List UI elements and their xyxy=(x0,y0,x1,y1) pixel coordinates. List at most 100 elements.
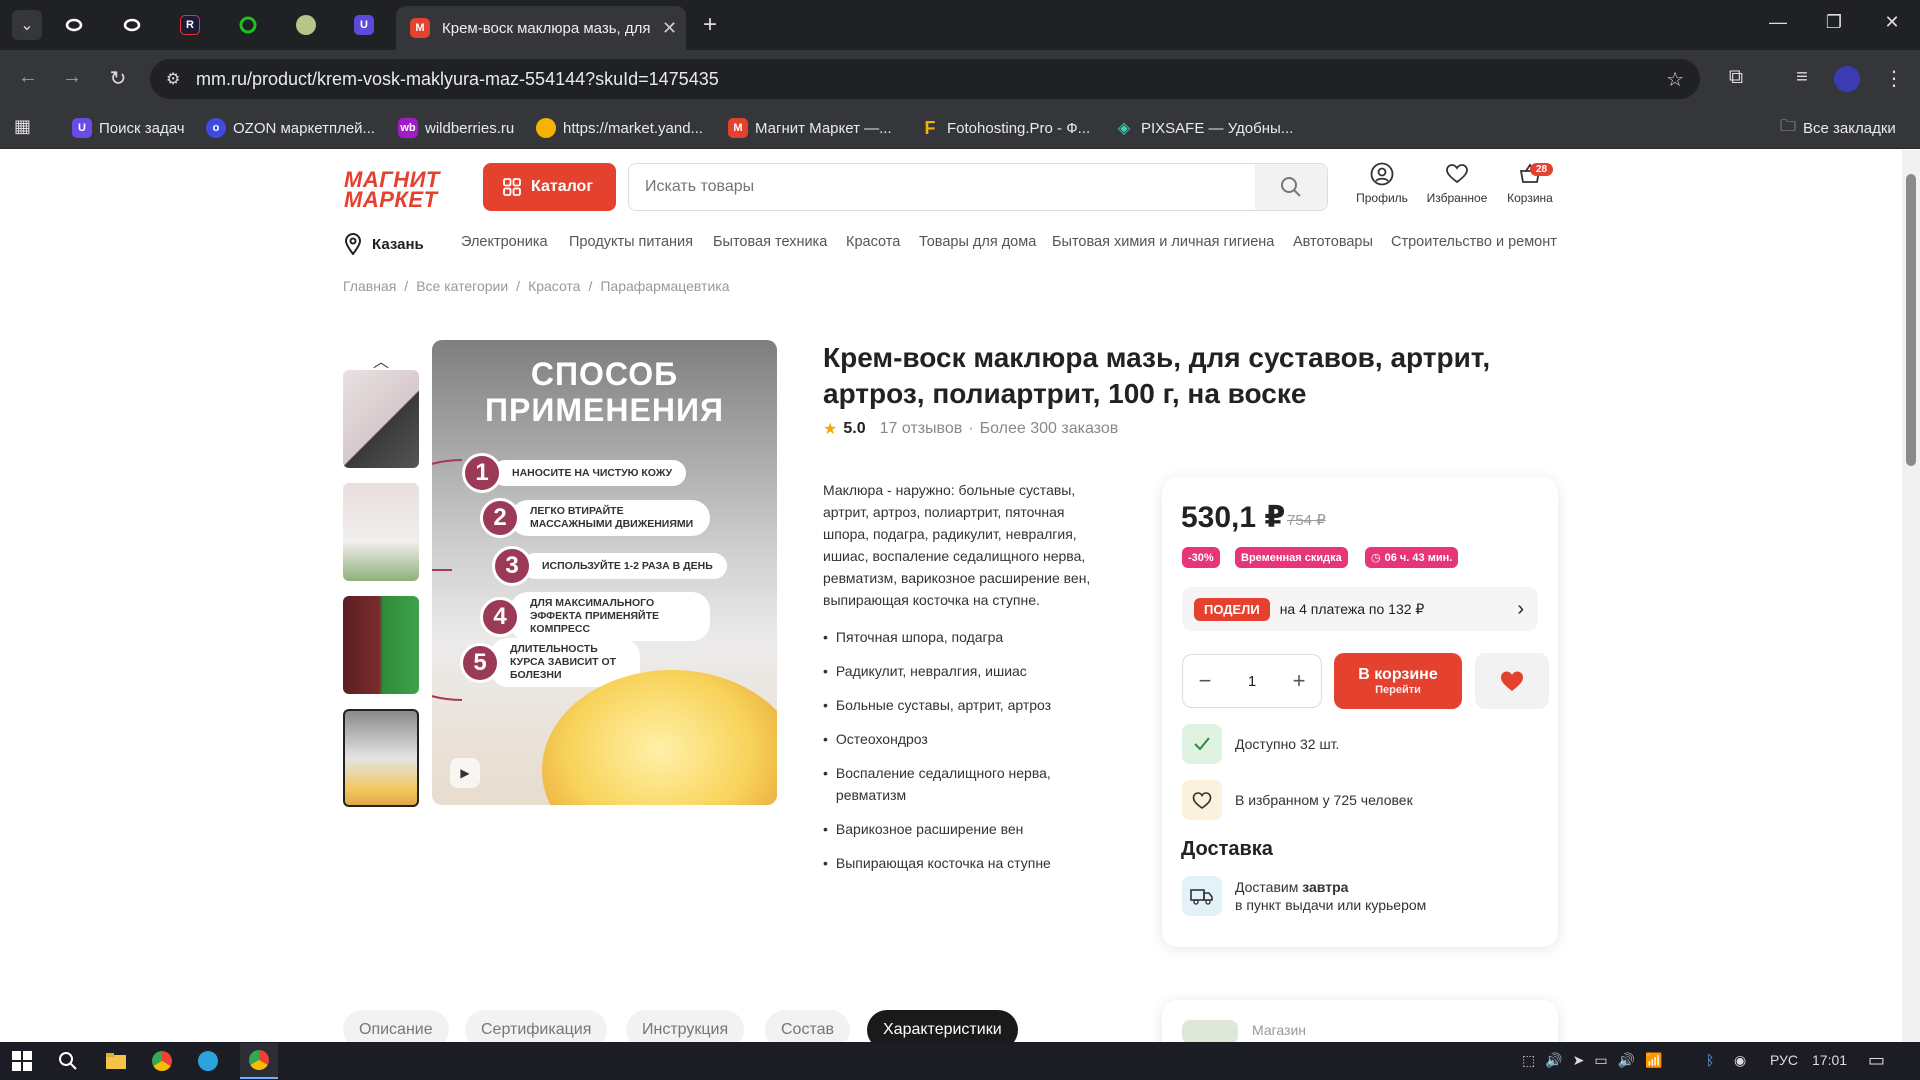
bookmark-wildberries[interactable]: wb wildberries.ru xyxy=(398,115,514,141)
reload-icon[interactable]: ↻ xyxy=(104,66,132,91)
profile-icon xyxy=(1370,162,1394,186)
nav-household-chemicals[interactable]: Бытовая химия и личная гигиена xyxy=(1052,234,1274,250)
breadcrumb-beauty[interactable]: Красота xyxy=(528,278,580,294)
cart-count-badge: 28 xyxy=(1530,163,1554,176)
search-input[interactable] xyxy=(629,164,1255,210)
chrome-tray-icon[interactable]: ◉ xyxy=(1734,1052,1746,1069)
tab-list-icon[interactable]: ⌄ xyxy=(12,10,42,40)
old-price: 754 ₽ xyxy=(1287,512,1326,529)
back-icon[interactable]: ← xyxy=(14,66,42,89)
plus-button[interactable]: + xyxy=(1287,668,1311,694)
search-button[interactable] xyxy=(1255,164,1327,210)
temp-discount-badge: Временная скидка xyxy=(1235,547,1348,568)
profile-link[interactable]: Профиль xyxy=(1342,162,1422,205)
search-box xyxy=(628,163,1328,211)
location-pin-icon xyxy=(344,233,362,255)
chrome-taskbar-icon[interactable] xyxy=(148,1047,176,1075)
tab-icon-r[interactable]: R xyxy=(176,11,204,39)
tab-active[interactable]: M Крем-воск маклюра мазь, для ✕ xyxy=(396,6,686,50)
close-tab-icon[interactable]: ✕ xyxy=(662,18,677,39)
magnit-market-logo[interactable]: МАГНИТ МАРКЕТ xyxy=(344,169,440,211)
list-item: Радикулит, невралгия, ишиас xyxy=(823,660,1123,682)
tab-icon-opera-1[interactable] xyxy=(60,11,88,39)
thumbnails-up-icon[interactable]: ︿ xyxy=(373,348,389,372)
nav-home[interactable]: Товары для дома xyxy=(919,234,1036,250)
product-description: Маклюра - наружно: больные суставы, артр… xyxy=(823,482,1091,608)
shop-logo xyxy=(1182,1020,1238,1044)
nav-electronics[interactable]: Электроника xyxy=(461,234,548,250)
profile-avatar[interactable] xyxy=(1834,66,1860,92)
tab-icon-emblem[interactable] xyxy=(292,11,320,39)
bookmark-magnit[interactable]: M Магнит Маркет —... xyxy=(728,115,892,141)
bookmark-pixsafe[interactable]: ◈ PIXSAFE — Удобны... xyxy=(1114,115,1293,141)
telegram-icon[interactable] xyxy=(194,1047,222,1075)
reviews-link[interactable]: 17 отзывов xyxy=(880,420,963,438)
extensions-icon[interactable]: ⧉ xyxy=(1722,66,1750,89)
chrome-active-taskbar-icon[interactable] xyxy=(240,1043,278,1079)
favorites-link[interactable]: Избранное xyxy=(1417,162,1497,205)
notifications-icon[interactable]: ▭ xyxy=(1868,1050,1885,1071)
clock-icon: ◷ xyxy=(1371,552,1381,564)
list-item: Выпирающая косточка на ступне xyxy=(823,852,1123,874)
bookmark-ozon[interactable]: o OZON маркетплей... xyxy=(206,115,375,141)
bookmark-fotohosting[interactable]: F Fotohosting.Pro - Ф... xyxy=(920,115,1091,141)
shop-label: Магазин xyxy=(1252,1022,1307,1038)
scrollbar-thumb[interactable] xyxy=(1906,174,1916,466)
current-price: 530,1 ₽ xyxy=(1181,501,1286,534)
nav-beauty[interactable]: Красота xyxy=(846,234,900,250)
cream-jar-illustration xyxy=(542,670,777,805)
gallery-thumb-2[interactable] xyxy=(343,483,419,581)
bluetooth-icon[interactable]: ᛒ xyxy=(1706,1052,1714,1068)
url-field[interactable]: ⚙ mm.ru/product/krem-vosk-maklyura-maz-5… xyxy=(150,59,1700,99)
media-icon[interactable]: ≡ xyxy=(1788,66,1816,89)
tab-icon-opera-2[interactable] xyxy=(118,11,146,39)
search-taskbar-icon[interactable] xyxy=(54,1047,82,1075)
breadcrumb-parapharmacy[interactable]: Парафармацевтика xyxy=(600,278,729,294)
magnit-favicon: M xyxy=(410,18,430,38)
clock[interactable]: 17:01 xyxy=(1812,1052,1847,1068)
page-scrollbar[interactable] xyxy=(1902,150,1920,1042)
in-cart-button[interactable]: В корзине Перейти xyxy=(1334,653,1462,709)
file-explorer-icon[interactable] xyxy=(102,1047,130,1075)
all-bookmarks[interactable]: 🗀 Все закладки xyxy=(1780,115,1896,141)
minimize-icon[interactable]: — xyxy=(1766,12,1790,33)
bookmark-yandex-market[interactable]: https://market.yand... xyxy=(536,115,703,141)
heart-filled-icon xyxy=(1501,671,1523,691)
gallery-thumb-4-selected[interactable] xyxy=(343,709,419,807)
restore-icon[interactable]: ❐ xyxy=(1822,12,1846,33)
timer-badge: ◷ 06 ч. 43 мин. xyxy=(1365,547,1459,568)
minus-button[interactable]: − xyxy=(1193,668,1217,694)
gallery-thumb-1[interactable] xyxy=(343,370,419,468)
add-to-favorites-button[interactable] xyxy=(1475,653,1549,709)
podeli-installment[interactable]: ПОДЕЛИ на 4 платежа по 132 ₽ › xyxy=(1182,587,1538,631)
close-window-icon[interactable]: ✕ xyxy=(1880,12,1904,33)
catalog-button[interactable]: Каталог xyxy=(483,163,616,211)
city-selector[interactable]: Казань xyxy=(344,233,424,255)
nav-construction[interactable]: Строительство и ремонт xyxy=(1391,234,1557,250)
nav-appliances[interactable]: Бытовая техника xyxy=(713,234,827,250)
video-play-icon[interactable]: ▶ xyxy=(450,758,480,788)
new-tab-icon[interactable]: + xyxy=(696,11,724,39)
bookmark-magnit-icon: M xyxy=(728,118,748,138)
gallery-thumb-3[interactable] xyxy=(343,596,419,694)
site-info-icon[interactable]: ⚙ xyxy=(166,69,180,89)
menu-icon[interactable]: ⋮ xyxy=(1880,66,1908,91)
nav-auto[interactable]: Автотовары xyxy=(1293,234,1373,250)
breadcrumb-home[interactable]: Главная xyxy=(343,278,396,294)
tab-icon-green-ring[interactable] xyxy=(234,11,262,39)
check-icon xyxy=(1182,724,1222,764)
quantity-value: 1 xyxy=(1247,672,1257,690)
language-indicator[interactable]: РУС xyxy=(1770,1052,1798,1068)
bookmark-star-icon[interactable]: ☆ xyxy=(1666,67,1684,92)
nav-food[interactable]: Продукты питания xyxy=(569,234,693,250)
star-icon: ★ xyxy=(823,421,838,438)
tray-icons[interactable]: ⬚🔊➤▭🔊📶 xyxy=(1522,1052,1672,1069)
forward-icon[interactable]: → xyxy=(58,66,86,89)
breadcrumb-all-categories[interactable]: Все категории xyxy=(416,278,508,294)
apps-icon[interactable]: ▦ xyxy=(14,116,31,137)
bookmark-tasks[interactable]: U Поиск задач xyxy=(72,115,185,141)
tab-icon-shield[interactable]: U xyxy=(350,11,378,39)
product-main-image[interactable]: СПОСОБ ПРИМЕНЕНИЯ 1 НАНОСИТЕ НА ЧИСТУЮ К… xyxy=(432,340,777,805)
windows-start-icon[interactable] xyxy=(8,1047,36,1075)
bookmark-fotohosting-icon: F xyxy=(924,117,936,138)
